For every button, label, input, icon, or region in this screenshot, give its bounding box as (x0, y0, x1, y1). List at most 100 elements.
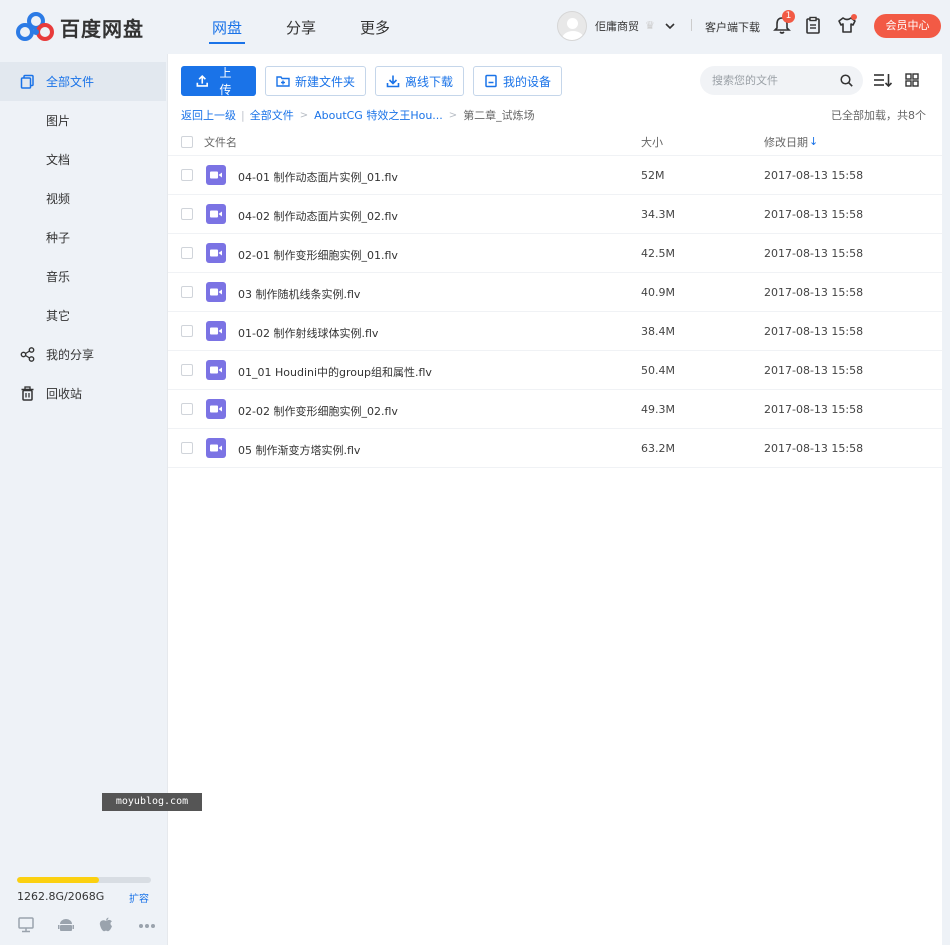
file-name[interactable]: 02-02 制作变形细胞实例_02.flv (238, 403, 398, 419)
offline-download-button[interactable]: 离线下载 (375, 66, 465, 96)
sort-desc-arrow-icon[interactable]: ↓ (809, 135, 818, 148)
table-row[interactable]: 02-01 制作变形细胞实例_01.flv 42.5M 2017-08-13 1… (168, 234, 943, 273)
user-menu[interactable]: 佢庸商贸 ♛ (557, 11, 675, 41)
apple-icon[interactable] (98, 917, 138, 933)
sidebar-item-torrents[interactable]: 种子 (0, 218, 166, 257)
file-size: 40.9M (641, 286, 675, 299)
trash-icon (21, 386, 34, 401)
grid-view-icon[interactable] (905, 73, 919, 87)
android-icon[interactable] (58, 917, 98, 933)
sidebar-item-images[interactable]: 图片 (0, 101, 166, 140)
table-row[interactable]: 03 制作随机线条实例.flv 40.9M 2017-08-13 15:58 (168, 273, 943, 312)
my-devices-button[interactable]: 我的设备 (473, 66, 563, 96)
upload-button[interactable]: 上传 (181, 66, 256, 97)
select-all-checkbox[interactable] (181, 136, 193, 148)
row-checkbox[interactable] (181, 247, 193, 259)
sidebar-item-all-files[interactable]: 全部文件 (0, 62, 166, 101)
nav-netdisk[interactable]: 网盘 (190, 0, 264, 54)
breadcrumb-all-files[interactable]: 全部文件 (250, 107, 294, 123)
clipboard-icon[interactable] (804, 16, 822, 34)
search-icon[interactable] (840, 74, 853, 87)
vip-center-button[interactable]: 会员中心 (874, 14, 941, 38)
notification-badge: 1 (782, 10, 795, 23)
sidebar-item-label: 种子 (46, 231, 71, 245)
nav-more[interactable]: 更多 (338, 0, 412, 54)
video-file-icon (206, 399, 226, 419)
file-name[interactable]: 04-01 制作动态面片实例_01.flv (238, 169, 398, 185)
file-modified-date: 2017-08-13 15:58 (764, 325, 864, 338)
platform-downloads (18, 917, 178, 933)
storage-quota-fill (17, 877, 99, 883)
storage-quota-text: 1262.8G/2068G (17, 890, 105, 903)
sidebar-item-music[interactable]: 音乐 (0, 257, 166, 296)
sidebar-item-my-shares[interactable]: 我的分享 (0, 335, 166, 374)
row-checkbox[interactable] (181, 442, 193, 454)
skin-new-dot (851, 14, 857, 20)
table-row[interactable]: 01-02 制作射线球体实例.flv 38.4M 2017-08-13 15:5… (168, 312, 943, 351)
chevron-down-icon[interactable] (665, 21, 675, 31)
file-name[interactable]: 02-01 制作变形细胞实例_01.flv (238, 247, 398, 263)
breadcrumb-arrow: > (448, 109, 458, 121)
video-file-icon (206, 282, 226, 302)
file-modified-date: 2017-08-13 15:58 (764, 208, 864, 221)
new-folder-button[interactable]: 新建文件夹 (265, 66, 367, 96)
desktop-icon[interactable] (18, 917, 58, 933)
file-name[interactable]: 01_01 Houdini中的group组和属性.flv (238, 364, 432, 380)
device-icon (485, 74, 497, 88)
sidebar-item-label: 我的分享 (46, 348, 95, 362)
offline-download-label: 离线下载 (405, 74, 454, 89)
sidebar-item-label: 文档 (46, 153, 71, 167)
table-row[interactable]: 02-02 制作变形细胞实例_02.flv 49.3M 2017-08-13 1… (168, 390, 943, 429)
file-name[interactable]: 03 制作随机线条实例.flv (238, 286, 360, 302)
breadcrumb-parent-folder[interactable]: AboutCG 特效之王Hou... (314, 107, 443, 123)
file-modified-date: 2017-08-13 15:58 (764, 364, 864, 377)
row-checkbox[interactable] (181, 286, 193, 298)
table-row[interactable]: 04-02 制作动态面片实例_02.flv 34.3M 2017-08-13 1… (168, 195, 943, 234)
breadcrumb-back-link[interactable]: 返回上一级 (181, 107, 236, 123)
share-icon (20, 347, 35, 362)
nav-share[interactable]: 分享 (264, 0, 338, 54)
row-checkbox[interactable] (181, 325, 193, 337)
toolbar: 上传 新建文件夹 离线下载 我的设备 (181, 66, 571, 97)
row-checkbox[interactable] (181, 208, 193, 220)
avatar[interactable] (557, 11, 587, 41)
column-header-date[interactable]: 修改日期 (764, 134, 808, 150)
main-panel: 上传 新建文件夹 离线下载 我的设备 搜索您的文件 返回上一级 | 全部文件 >… (167, 54, 943, 945)
row-checkbox[interactable] (181, 169, 193, 181)
sidebar-item-documents[interactable]: 文档 (0, 140, 166, 179)
storage-quota-bar (17, 877, 151, 883)
search-input[interactable] (712, 72, 832, 88)
file-name[interactable]: 01-02 制作射线球体实例.flv (238, 325, 378, 341)
logo[interactable]: 百度网盘 (16, 12, 144, 42)
file-modified-date: 2017-08-13 15:58 (764, 286, 864, 299)
sort-icon[interactable] (873, 72, 893, 88)
upload-icon (196, 74, 208, 87)
file-size: 52M (641, 169, 665, 182)
row-checkbox[interactable] (181, 364, 193, 376)
video-file-icon (206, 360, 226, 380)
sidebar-item-others[interactable]: 其它 (0, 296, 166, 335)
file-size: 49.3M (641, 403, 675, 416)
file-name[interactable]: 05 制作渐变方塔实例.flv (238, 442, 360, 458)
table-row[interactable]: 04-01 制作动态面片实例_01.flv 52M 2017-08-13 15:… (168, 156, 943, 195)
table-row[interactable]: 05 制作渐变方塔实例.flv 63.2M 2017-08-13 15:58 (168, 429, 943, 468)
sidebar-item-label: 其它 (46, 309, 71, 323)
username[interactable]: 佢庸商贸 (595, 18, 639, 34)
sidebar: 全部文件 图片 文档 视频 种子 音乐 其它 我的分享 回收站 1262.8G/… (0, 62, 166, 945)
sidebar-item-label: 图片 (46, 114, 71, 128)
column-header-size[interactable]: 大小 (641, 134, 663, 150)
row-checkbox[interactable] (181, 403, 193, 415)
sidebar-item-videos[interactable]: 视频 (0, 179, 166, 218)
sidebar-item-recycle-bin[interactable]: 回收站 (0, 374, 166, 413)
table-row[interactable]: 01_01 Houdini中的group组和属性.flv 50.4M 2017-… (168, 351, 943, 390)
top-bar: 百度网盘 网盘 分享 更多 佢庸商贸 ♛ 客户端下载 1 会员中心 (0, 0, 950, 54)
sidebar-item-label: 音乐 (46, 270, 71, 284)
search-box[interactable] (700, 66, 863, 95)
file-name[interactable]: 04-02 制作动态面片实例_02.flv (238, 208, 398, 224)
client-download-link[interactable]: 客户端下载 (705, 19, 760, 35)
column-header-name[interactable]: 文件名 (204, 134, 237, 150)
watermark: moyublog.com (102, 793, 202, 811)
new-folder-label: 新建文件夹 (295, 74, 356, 89)
divider (691, 19, 692, 31)
expand-storage-link[interactable]: 扩容 (129, 890, 149, 905)
